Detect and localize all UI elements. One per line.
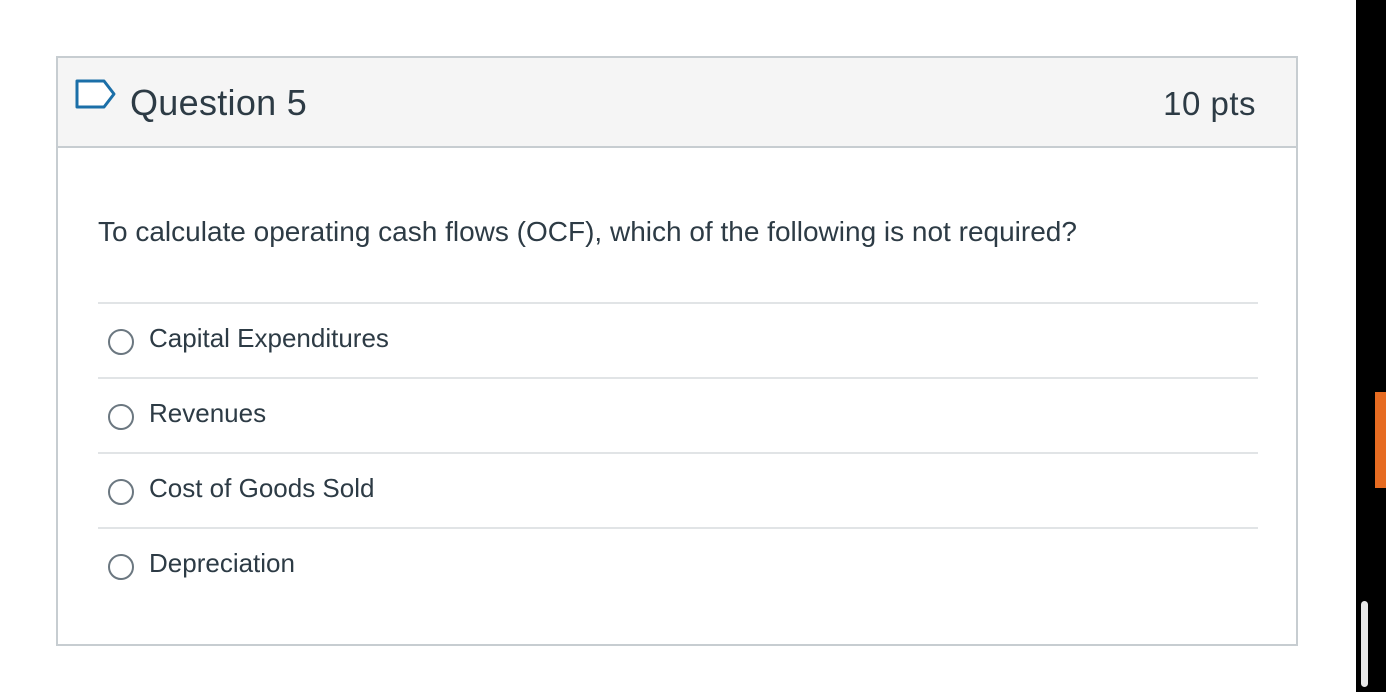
- question-points: 10 pts: [1163, 85, 1256, 122]
- radio-button-icon[interactable]: [108, 479, 134, 505]
- radio-button-icon[interactable]: [108, 554, 134, 580]
- answer-option[interactable]: Cost of Goods Sold: [98, 452, 1258, 527]
- question-card: Question 5 10 pts To calculate operating…: [56, 56, 1298, 646]
- answer-label[interactable]: Depreciation: [149, 546, 295, 580]
- scrollbar-thumb[interactable]: [1361, 601, 1368, 687]
- answer-list: Capital Expenditures Revenues Cost of Go…: [98, 302, 1258, 602]
- side-panel-edge: [1356, 0, 1386, 692]
- answer-label[interactable]: Cost of Goods Sold: [149, 471, 374, 505]
- side-tab-indicator[interactable]: [1375, 392, 1386, 488]
- quiz-page: Question 5 10 pts To calculate operating…: [0, 0, 1386, 692]
- question-prompt: To calculate operating cash flows (OCF),…: [98, 216, 1077, 247]
- radio-button-icon[interactable]: [108, 404, 134, 430]
- question-header: Question 5 10 pts: [58, 58, 1296, 148]
- answer-label[interactable]: Revenues: [149, 396, 266, 430]
- answer-label[interactable]: Capital Expenditures: [149, 321, 389, 355]
- question-title: Question 5: [130, 82, 308, 123]
- answer-option[interactable]: Capital Expenditures: [98, 302, 1258, 377]
- answer-option[interactable]: Revenues: [98, 377, 1258, 452]
- radio-button-icon[interactable]: [108, 329, 134, 355]
- answer-option[interactable]: Depreciation: [98, 527, 1258, 602]
- flag-question-icon[interactable]: [74, 78, 118, 114]
